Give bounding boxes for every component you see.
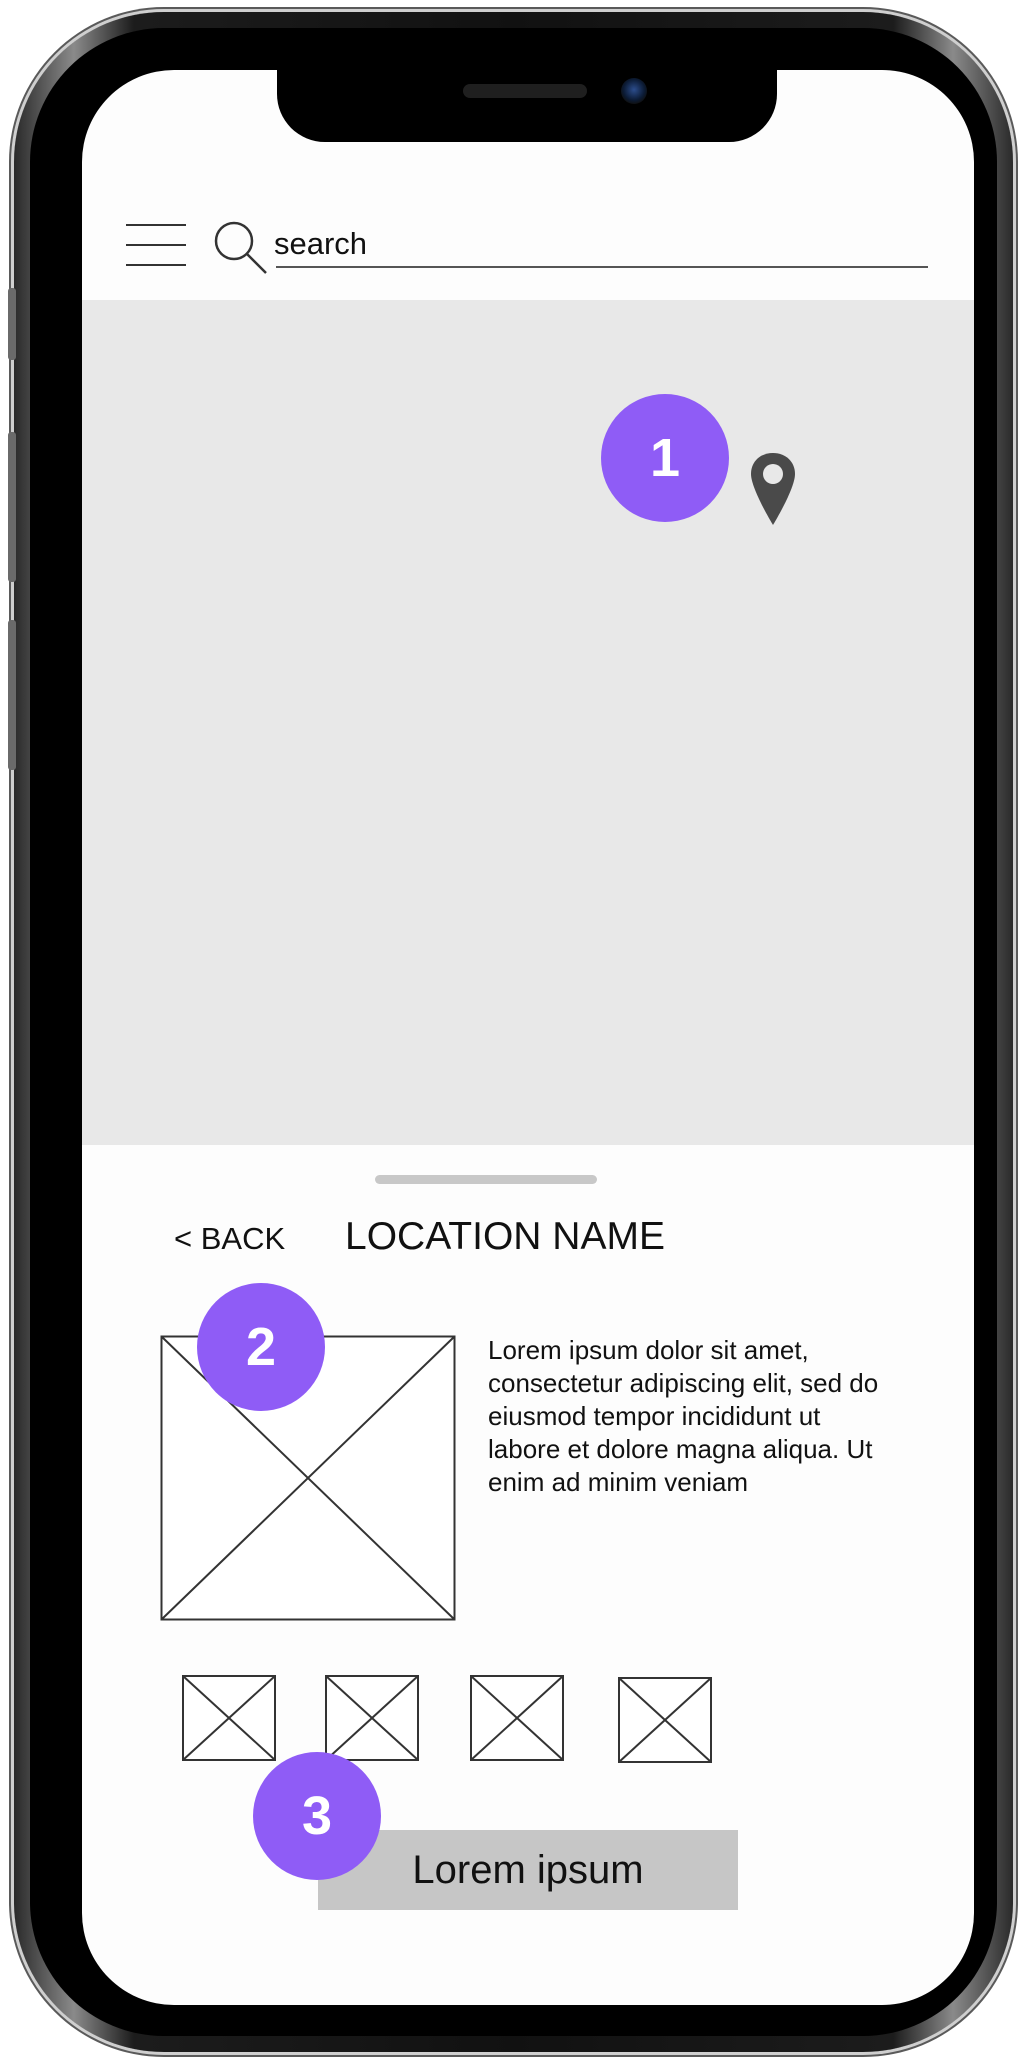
speaker-grille	[463, 84, 587, 98]
location-pin-icon[interactable]	[748, 451, 798, 532]
thumbnail-image-placeholder[interactable]	[618, 1677, 712, 1768]
phone-side-button	[8, 620, 16, 770]
menu-icon[interactable]	[126, 222, 186, 268]
annotation-marker-2: 2	[197, 1283, 325, 1411]
annotation-marker-3: 3	[253, 1752, 381, 1880]
search-icon[interactable]	[212, 219, 268, 280]
annotation-marker-1: 1	[601, 394, 729, 522]
phone-side-button	[8, 288, 16, 360]
search-underline	[276, 266, 928, 268]
phone-side-button	[8, 432, 16, 582]
search-input[interactable]: search	[274, 224, 367, 264]
primary-action-button[interactable]: Lorem ipsum	[318, 1830, 738, 1910]
thumbnail-image-placeholder[interactable]	[182, 1675, 276, 1766]
map-view[interactable]	[82, 300, 974, 1145]
thumbnail-image-placeholder[interactable]	[325, 1675, 419, 1766]
phone-notch	[277, 62, 777, 142]
front-camera	[621, 78, 647, 104]
sheet-drag-handle[interactable]	[375, 1175, 597, 1184]
location-title: LOCATION NAME	[345, 1215, 665, 1258]
thumbnail-image-placeholder[interactable]	[470, 1675, 564, 1766]
back-button[interactable]: < BACK	[174, 1220, 285, 1258]
primary-action-label: Lorem ipsum	[412, 1847, 644, 1892]
location-description: Lorem ipsum dolor sit amet, consectetur …	[488, 1335, 879, 1497]
